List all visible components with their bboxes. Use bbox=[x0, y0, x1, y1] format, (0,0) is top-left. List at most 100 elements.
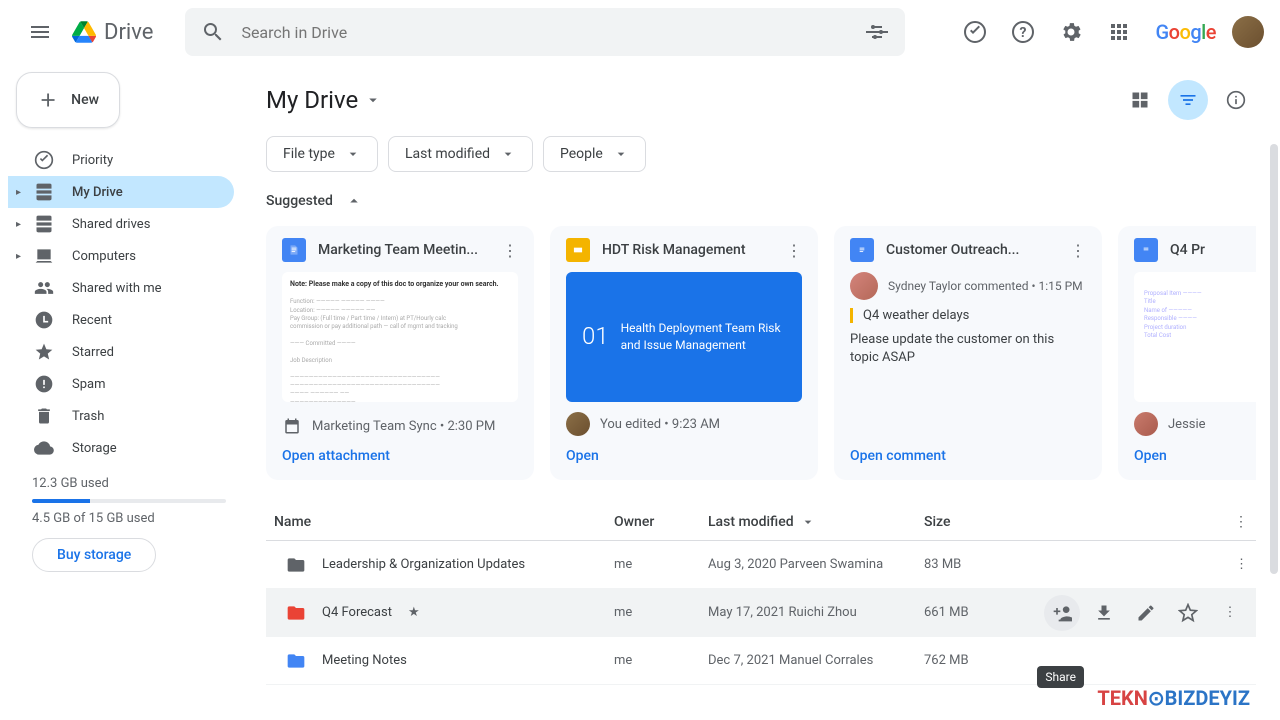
rename-button[interactable] bbox=[1128, 595, 1164, 631]
file-name: Leadership & Organization Updates bbox=[322, 557, 525, 572]
layout-grid-button[interactable] bbox=[1120, 80, 1160, 120]
card-preview: 01 Health Deployment Team Risk and Issue… bbox=[566, 272, 802, 402]
sidebar-item-label: Trash bbox=[72, 409, 104, 424]
table-row[interactable]: Q4 Forecast ★ me May 17, 2021 Ruichi Zho… bbox=[266, 589, 1256, 637]
suggested-card[interactable]: HDT Risk Management ⋮ 01 Health Deployme… bbox=[550, 226, 818, 480]
card-title: HDT Risk Management bbox=[602, 242, 774, 258]
row-more-button[interactable]: ⋮ bbox=[1212, 595, 1248, 631]
plus-icon bbox=[37, 88, 59, 112]
storage-used-top: 12.3 GB used bbox=[32, 476, 226, 491]
calendar-icon bbox=[282, 416, 302, 436]
chip-last-modified[interactable]: Last modified bbox=[388, 136, 533, 172]
sidebar: New Priority ▸ My Drive ▸ Shared drives … bbox=[0, 64, 250, 720]
download-button[interactable] bbox=[1086, 595, 1122, 631]
row-more-icon[interactable]: ⋮ bbox=[1235, 557, 1248, 572]
logo-area[interactable]: Drive bbox=[72, 20, 153, 45]
col-modified-header[interactable]: Last modified bbox=[708, 514, 924, 530]
comment-quote: Q4 weather delays bbox=[850, 308, 1086, 323]
file-modified: May 17, 2021 Ruichi Zhou bbox=[708, 605, 924, 620]
folder-icon bbox=[286, 555, 306, 575]
file-size: 661 MB bbox=[924, 605, 1024, 620]
suggested-card[interactable]: Marketing Team Meetin... ⋮ Note: Please … bbox=[266, 226, 534, 480]
sidebar-item-recent[interactable]: Recent bbox=[8, 304, 234, 336]
storage-section: 12.3 GB used 4.5 GB of 15 GB used Buy st… bbox=[8, 464, 250, 584]
filter-chips: File type Last modified People bbox=[266, 136, 1256, 172]
suggested-card[interactable]: Q4 Pr Proposal Item ————TitleName of ———… bbox=[1118, 226, 1256, 480]
col-name-header[interactable]: Name bbox=[274, 514, 614, 530]
priority-icon bbox=[34, 150, 54, 170]
comment-body: Please update the customer on this topic… bbox=[850, 331, 1086, 367]
search-input[interactable] bbox=[241, 23, 849, 42]
file-modified: Aug 3, 2020 Parveen Swamina bbox=[708, 557, 924, 572]
suggested-card[interactable]: Customer Outreach... ⋮ Sydney Taylor com… bbox=[834, 226, 1102, 480]
header-actions: ? Google bbox=[955, 12, 1264, 52]
sidebar-item-label: My Drive bbox=[72, 185, 123, 200]
sidebar-item-starred[interactable]: Starred bbox=[8, 336, 234, 368]
starred-icon bbox=[34, 342, 54, 362]
share-button[interactable] bbox=[1044, 595, 1080, 631]
scrollbar[interactable] bbox=[1270, 144, 1278, 574]
card-more-icon[interactable]: ⋮ bbox=[1070, 241, 1086, 260]
docs-icon bbox=[282, 238, 306, 262]
storage-bar bbox=[32, 499, 226, 503]
card-title: Q4 Pr bbox=[1170, 242, 1256, 258]
sidebar-item-trash[interactable]: Trash bbox=[8, 400, 234, 432]
sidebar-item-storage[interactable]: Storage bbox=[8, 432, 234, 464]
caret-icon: ▸ bbox=[16, 251, 21, 262]
card-action[interactable]: Open attachment bbox=[282, 448, 518, 464]
search-options-icon[interactable] bbox=[865, 20, 889, 44]
card-action[interactable]: Open comment bbox=[850, 448, 1086, 464]
main-menu-button[interactable] bbox=[16, 8, 64, 56]
breadcrumb-label: My Drive bbox=[266, 86, 358, 114]
card-more-icon[interactable]: ⋮ bbox=[786, 241, 802, 260]
sidebar-item-priority[interactable]: Priority bbox=[8, 144, 234, 176]
settings-icon[interactable] bbox=[1051, 12, 1091, 52]
table-more-icon[interactable]: ⋮ bbox=[1234, 514, 1248, 530]
filter-button[interactable] bbox=[1168, 80, 1208, 120]
new-button-label: New bbox=[71, 92, 99, 108]
folder-icon bbox=[286, 651, 306, 671]
file-size: 762 MB bbox=[924, 653, 1024, 668]
shared-drives-icon bbox=[34, 214, 54, 234]
sidebar-item-label: Computers bbox=[72, 249, 136, 264]
chip-people[interactable]: People bbox=[543, 136, 646, 172]
suggested-toggle[interactable]: Suggested bbox=[266, 192, 1256, 210]
file-owner: me bbox=[614, 605, 708, 620]
sort-down-icon bbox=[800, 514, 816, 530]
col-owner-header[interactable]: Owner bbox=[614, 514, 708, 530]
card-more-icon[interactable]: ⋮ bbox=[502, 241, 518, 260]
search-bar[interactable] bbox=[185, 8, 905, 56]
star-icon[interactable]: ★ bbox=[408, 605, 420, 620]
sidebar-item-my-drive[interactable]: ▸ My Drive bbox=[8, 176, 234, 208]
chip-file-type[interactable]: File type bbox=[266, 136, 378, 172]
card-action[interactable]: Open bbox=[1134, 448, 1256, 464]
sidebar-item-label: Starred bbox=[72, 345, 114, 360]
buy-storage-button[interactable]: Buy storage bbox=[32, 538, 156, 572]
col-size-header[interactable]: Size bbox=[924, 514, 1024, 530]
apps-icon[interactable] bbox=[1099, 12, 1139, 52]
sidebar-item-shared-drives[interactable]: ▸ Shared drives bbox=[8, 208, 234, 240]
sidebar-item-computers[interactable]: ▸ Computers bbox=[8, 240, 234, 272]
card-preview: Sydney Taylor commented • 1:15 PM Q4 wea… bbox=[850, 272, 1086, 367]
search-icon bbox=[201, 20, 225, 44]
docs-icon bbox=[1134, 238, 1158, 262]
account-avatar[interactable] bbox=[1232, 16, 1264, 48]
card-action[interactable]: Open bbox=[566, 448, 802, 464]
storage-text: 4.5 GB of 15 GB used bbox=[32, 511, 226, 526]
computers-icon bbox=[34, 246, 54, 266]
table-row[interactable]: Leadership & Organization Updates me Aug… bbox=[266, 541, 1256, 589]
chevron-down-icon bbox=[500, 146, 516, 162]
user-avatar-icon bbox=[1134, 412, 1158, 436]
share-tooltip: Share bbox=[1037, 666, 1084, 688]
new-button[interactable]: New bbox=[16, 72, 120, 128]
sidebar-item-spam[interactable]: Spam bbox=[8, 368, 234, 400]
breadcrumb[interactable]: My Drive bbox=[266, 86, 382, 114]
support-icon[interactable]: ? bbox=[1003, 12, 1043, 52]
table-row[interactable]: Meeting Notes me Dec 7, 2021 Manuel Corr… bbox=[266, 637, 1256, 685]
sidebar-item-shared-with-me[interactable]: Shared with me bbox=[8, 272, 234, 304]
chevron-down-icon bbox=[345, 146, 361, 162]
info-button[interactable] bbox=[1216, 80, 1256, 120]
ready-offline-icon[interactable] bbox=[955, 12, 995, 52]
star-button[interactable] bbox=[1170, 595, 1206, 631]
sidebar-item-label: Recent bbox=[72, 313, 112, 328]
